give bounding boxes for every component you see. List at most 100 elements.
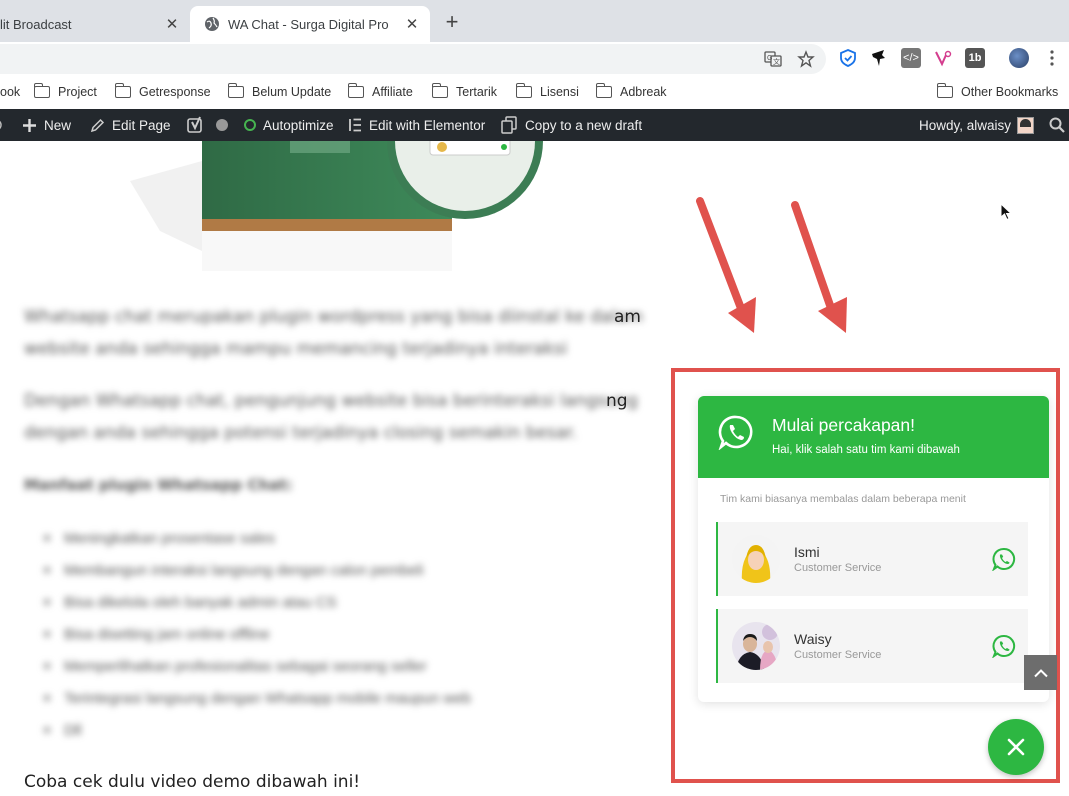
folder-icon xyxy=(936,83,953,98)
list-item: Bisa dikelola oleh banyak admin atau CS xyxy=(44,586,471,618)
tab-title: WA Chat - Surga Digital Pro xyxy=(228,16,389,32)
agent-role: Customer Service xyxy=(794,562,882,574)
paragraph-tail: ng xyxy=(606,391,628,411)
menu-kebab-icon[interactable] xyxy=(1042,48,1062,68)
wa-close-button[interactable] xyxy=(988,719,1044,775)
wa-chat-panel: Mulai percakapan! Hai, klik salah satu t… xyxy=(698,396,1049,702)
tab-extension-icon[interactable]: 1b xyxy=(965,48,985,68)
admin-bar-copy-draft[interactable]: Copy to a new draft xyxy=(500,109,642,141)
bookmark-folder-other[interactable]: Other Bookmarks xyxy=(936,83,1059,101)
bookmark-folder-belum-update[interactable]: Belum Update xyxy=(227,83,332,101)
second-paragraph: Dengan Whatsapp chat, pengunjung website… xyxy=(24,385,638,449)
close-icon xyxy=(1007,738,1025,756)
bookmark-folder-affiliate[interactable]: Affiliate xyxy=(347,83,413,101)
tab-title: lit Broadcast xyxy=(0,16,72,32)
search-icon xyxy=(1049,117,1065,133)
globe-icon xyxy=(205,17,219,31)
copy-draft-label: Copy to a new draft xyxy=(525,117,643,133)
wa-response-note: Tim kami biasanya membalas dalam beberap… xyxy=(720,493,966,505)
elementor-label: Edit with Elementor xyxy=(369,117,486,133)
autoptimize-label: Autoptimize xyxy=(263,117,334,133)
status-ring-icon xyxy=(244,119,256,131)
agent-card-ismi[interactable]: Ismi Customer Service xyxy=(716,522,1028,596)
tab-broadcast[interactable]: lit Broadcast ✕ xyxy=(0,6,190,42)
folder-icon xyxy=(515,83,532,98)
bookmark-label: ook xyxy=(0,85,21,99)
bookmark-facebook[interactable]: ook xyxy=(0,83,20,101)
demo-cta-text: Coba cek dulu video demo dibawah ini! xyxy=(24,772,361,792)
admin-bar-seo-status[interactable] xyxy=(216,109,228,141)
whatsapp-icon xyxy=(992,547,1016,571)
admin-bar-new[interactable]: New xyxy=(22,109,71,141)
folder-icon xyxy=(595,83,612,98)
whatsapp-icon xyxy=(992,634,1016,658)
plus-icon xyxy=(22,118,37,133)
product-box-illustration xyxy=(130,141,543,271)
folder-icon xyxy=(114,83,131,98)
admin-bar-elementor[interactable]: Edit with Elementor xyxy=(349,109,485,141)
copy-icon xyxy=(500,116,518,134)
list-item: Dll xyxy=(44,714,471,746)
bookmark-label: Affiliate xyxy=(372,85,413,99)
star-icon[interactable] xyxy=(797,50,815,68)
admin-bar-search[interactable] xyxy=(1049,109,1065,141)
agent-name: Waisy xyxy=(794,631,832,647)
new-tab-button[interactable]: + xyxy=(440,11,464,35)
user-avatar xyxy=(1017,116,1035,134)
list-item: Memperlihatkan profesionalitas sebagai s… xyxy=(44,650,471,682)
intro-paragraph: Whatsapp chat merupakan plugin wordpress… xyxy=(24,301,643,365)
admin-bar-autoptimize[interactable]: Autoptimize xyxy=(244,109,334,141)
chevron-up-icon xyxy=(1033,668,1048,677)
wa-chat-subtitle: Hai, klik salah satu tim kami dibawah xyxy=(772,444,960,456)
close-tab-icon[interactable]: ✕ xyxy=(162,14,182,34)
arrow-icon xyxy=(791,201,847,333)
bookmark-label: Project xyxy=(58,85,97,99)
bookmarks-bar: ook Project Getresponse Belum Update Aff… xyxy=(0,76,1069,108)
admin-bar-stats[interactable] xyxy=(0,109,4,141)
list-item: Membangun interaksi langsung dengan calo… xyxy=(44,554,471,586)
vue-devtools-icon[interactable] xyxy=(933,48,953,68)
paragraph-line: dengan anda sehingga potensi terjadinya … xyxy=(24,423,578,443)
status-dot-icon xyxy=(216,119,228,131)
bookmark-folder-getresponse[interactable]: Getresponse xyxy=(114,83,211,101)
svg-text:文: 文 xyxy=(773,57,780,66)
bookmark-label: Other Bookmarks xyxy=(961,85,1059,99)
bookmark-folder-lisensi[interactable]: Lisensi xyxy=(515,83,579,101)
translate-icon[interactable]: G 文 xyxy=(764,50,782,68)
avatar xyxy=(732,535,780,583)
pencil-icon xyxy=(90,118,105,133)
scroll-top-button[interactable] xyxy=(1024,655,1057,690)
paragraph-line: Dengan Whatsapp chat, pengunjung website… xyxy=(24,391,638,411)
code-extension-icon[interactable]: </> xyxy=(901,48,921,68)
bookmark-folder-adbreak[interactable]: Adbreak xyxy=(595,83,667,101)
benefits-heading: Manfaat plugin Whatsapp Chat: xyxy=(24,476,293,494)
annotation-arrows xyxy=(696,197,847,333)
yoast-icon xyxy=(187,116,202,133)
admin-bar-account[interactable]: Howdy, alwaisy xyxy=(919,109,1035,141)
folder-icon xyxy=(227,83,244,98)
bookmark-folder-tertarik[interactable]: Tertarik xyxy=(431,83,497,101)
close-tab-icon[interactable]: ✕ xyxy=(402,14,422,34)
address-bar[interactable]: G 文 xyxy=(0,44,826,74)
agent-name: Ismi xyxy=(794,544,820,560)
paragraph-tail: am xyxy=(614,307,641,327)
avatar xyxy=(732,622,780,670)
folder-icon xyxy=(347,83,364,98)
list-item: Terintegrasi langsung dengan Whatsapp mo… xyxy=(44,682,471,714)
bird-extension-icon[interactable] xyxy=(869,48,889,68)
list-item: Meningkatkan prosentase sales xyxy=(44,522,471,554)
agent-card-waisy[interactable]: Waisy Customer Service xyxy=(716,609,1028,683)
profile-avatar[interactable] xyxy=(1009,48,1029,68)
mouse-cursor-icon xyxy=(1000,203,1012,221)
admin-bar-edit-page[interactable]: Edit Page xyxy=(90,109,171,141)
shield-extension-icon[interactable] xyxy=(838,48,858,68)
bookmark-folder-project[interactable]: Project xyxy=(33,83,97,101)
arrow-icon xyxy=(696,197,756,333)
tab-wa-chat[interactable]: WA Chat - Surga Digital Pro ✕ xyxy=(190,6,430,42)
admin-bar-yoast[interactable] xyxy=(187,109,205,141)
bookmark-label: Belum Update xyxy=(252,85,332,99)
folder-icon xyxy=(33,83,50,98)
benefits-list: Meningkatkan prosentase sales Membangun … xyxy=(44,522,471,746)
svg-text:G: G xyxy=(767,55,772,62)
list-item: Bisa disetting jam online offline xyxy=(44,618,471,650)
